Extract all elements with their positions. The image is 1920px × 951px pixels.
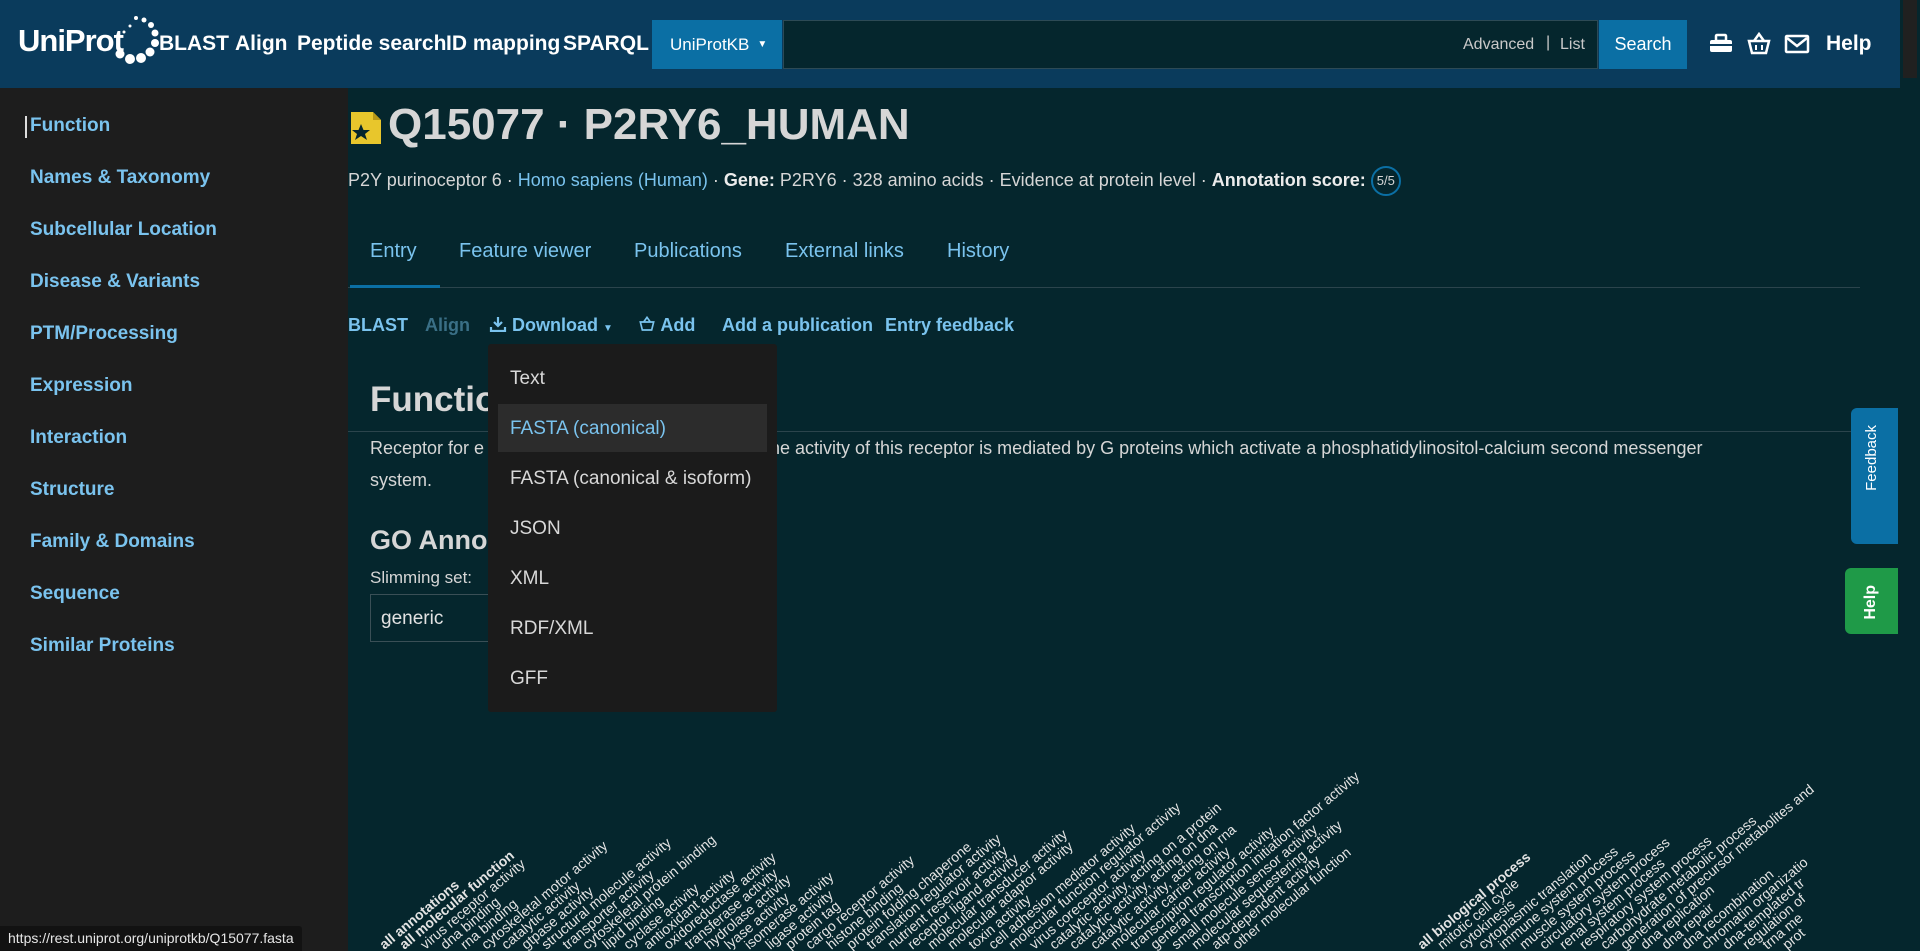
sidebar-item-sequence[interactable]: Sequence (30, 583, 120, 605)
database-select-label: UniProtKB (670, 34, 750, 54)
page-title: Q15077 · P2RY6_HUMAN (388, 100, 910, 149)
download-label: Download (512, 315, 599, 335)
download-button[interactable]: Download ▼ (489, 315, 613, 336)
basket-icon (638, 315, 656, 335)
sidebar-item-interaction[interactable]: Interaction (30, 427, 127, 449)
organism-link[interactable]: Homo sapiens (Human) (518, 170, 708, 190)
blast-button[interactable]: BLAST (348, 315, 408, 336)
top-navigation-bar: UniProt BLAST Align Peptide search ID ma… (0, 0, 1900, 88)
status-bar-url: https://rest.uniprot.org/uniprotkb/Q1507… (0, 926, 302, 951)
download-option-gff[interactable]: GFF (510, 668, 548, 690)
logo-dots-icon (115, 16, 159, 64)
nav-peptide-search[interactable]: Peptide search (297, 32, 446, 56)
sidebar-item-structure[interactable]: Structure (30, 479, 114, 501)
uniprot-logo[interactable]: UniProt (18, 10, 159, 72)
annotation-score-badge[interactable]: 5/5 (1370, 166, 1401, 196)
download-option-fasta-canonical[interactable]: FASTA (canonical) (510, 418, 666, 440)
chevron-down-icon: ▼ (757, 39, 768, 50)
function-text-visible: ne activity of this receptor is mediated… (770, 438, 1703, 458)
help-link[interactable]: Help (1826, 32, 1872, 56)
download-option-text[interactable]: Text (510, 368, 545, 390)
tab-entry[interactable]: Entry (370, 240, 417, 263)
align-button[interactable]: Align (425, 315, 470, 336)
page-scrollbar[interactable] (1900, 0, 1920, 951)
slimming-set-label: Slimming set: (370, 568, 473, 587)
add-label: Add (660, 315, 696, 335)
help-tab-label: Help (1862, 585, 1879, 620)
download-option-rdf-xml[interactable]: RDF/XML (510, 618, 593, 640)
add-to-basket-button[interactable]: Add (638, 315, 695, 336)
sidebar-item-subcellular-location[interactable]: Subcellular Location (30, 219, 217, 241)
go-ribbon-chart: all annotations all molecular function vir… (348, 690, 1868, 951)
scrollbar-thumb[interactable] (1903, 0, 1917, 78)
nav-id-mapping[interactable]: ID mapping (446, 32, 560, 56)
tab-divider (348, 287, 1860, 288)
database-select[interactable]: UniProtKB ▼ (652, 20, 782, 69)
search-button[interactable]: Search (1599, 20, 1687, 69)
tab-history[interactable]: History (947, 240, 1009, 263)
active-tab-indicator (350, 285, 440, 288)
entry-sidebar: Function Names & Taxonomy Subcellular Lo… (0, 88, 348, 951)
list-search-link[interactable]: List (1560, 36, 1585, 54)
advanced-search-link[interactable]: Advanced (1463, 36, 1534, 54)
sidebar-item-expression[interactable]: Expression (30, 375, 132, 397)
chevron-down-icon: ▼ (603, 323, 613, 334)
sidebar-item-names-taxonomy[interactable]: Names & Taxonomy (30, 167, 210, 189)
nav-sparql[interactable]: SPARQL (563, 32, 649, 56)
add-publication-button[interactable]: Add a publication (722, 315, 873, 336)
reviewed-star-icon (349, 110, 383, 151)
go-annotations-heading: GO Anno (370, 525, 488, 555)
function-text-start: Receptor for e (370, 438, 485, 458)
sidebar-item-similar-proteins[interactable]: Similar Proteins (30, 635, 175, 657)
sidebar-item-ptm-processing[interactable]: PTM/Processing (30, 323, 178, 345)
entry-feedback-button[interactable]: Entry feedback (885, 315, 1014, 336)
feedback-tab-label: Feedback (1863, 425, 1880, 491)
protein-name: P2Y purinoceptor 6 · (348, 169, 518, 190)
basket-icon[interactable] (1746, 31, 1772, 56)
text-cursor (25, 116, 27, 138)
nav-align[interactable]: Align (235, 32, 288, 56)
download-option-xml[interactable]: XML (510, 568, 549, 590)
gene-label: Gene: (723, 169, 775, 190)
gene-separator: · (707, 169, 724, 190)
download-menu: Text FASTA (canonical) FASTA (canonical … (488, 344, 777, 712)
function-text-end: system. (370, 470, 433, 490)
download-option-fasta-isoform[interactable]: FASTA (canonical & isoform) (510, 468, 751, 490)
tab-publications[interactable]: Publications (634, 240, 742, 263)
nav-blast[interactable]: BLAST (159, 32, 229, 56)
download-option-json[interactable]: JSON (510, 518, 561, 540)
toolkit-icon[interactable] (1708, 32, 1734, 56)
sidebar-item-function[interactable]: Function (30, 115, 110, 137)
function-heading: Functio (370, 380, 497, 419)
tab-feature-viewer[interactable]: Feature viewer (459, 240, 591, 263)
mail-icon[interactable] (1784, 32, 1810, 56)
annotation-score-label: Annotation score: (1211, 169, 1366, 190)
sidebar-item-family-domains[interactable]: Family & Domains (30, 531, 195, 553)
entry-subtitle: P2Y purinoceptor 6 · Homo sapiens (Human… (348, 166, 1401, 196)
sidebar-item-disease-variants[interactable]: Disease & Variants (30, 271, 200, 293)
tab-external-links[interactable]: External links (785, 240, 904, 263)
download-icon (489, 315, 507, 335)
search-link-separator: | (1546, 34, 1551, 51)
gene-details: P2RY6 · 328 amino acids · Evidence at pr… (774, 169, 1212, 190)
